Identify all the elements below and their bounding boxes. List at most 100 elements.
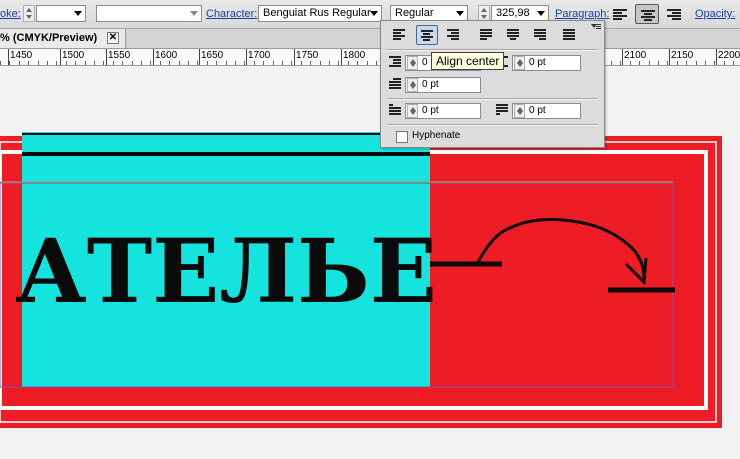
ruler-minor-tick xyxy=(254,61,255,65)
horizontal-ruler[interactable]: 1450 1500 1550 1600 1650 1700 1750 1800 … xyxy=(0,49,740,66)
ruler-minor-tick xyxy=(132,61,133,65)
align-left-button[interactable] xyxy=(608,4,632,24)
document-tab[interactable]: % (CMYK/Preview) ✕ xyxy=(0,29,126,48)
paragraph-panel: 0 pt 0 pt 0 pt 0 pt 0 pt Hyphenate xyxy=(380,20,605,148)
left-indent-stepper[interactable] xyxy=(407,56,418,70)
right-indent-stepper[interactable] xyxy=(514,56,525,70)
ruler-minor-tick xyxy=(658,61,659,65)
justify-center-icon xyxy=(507,29,521,40)
justify-right-button[interactable] xyxy=(530,25,552,45)
ruler-minor-tick xyxy=(47,61,48,65)
ruler-minor-tick xyxy=(301,61,302,65)
stroke-style-field[interactable] xyxy=(96,5,202,22)
ruler-minor-tick xyxy=(320,61,321,65)
ruler-minor-tick xyxy=(188,61,189,65)
ruler-minor-tick xyxy=(677,61,678,65)
justify-right-icon xyxy=(534,29,548,40)
ruler-label: 1450 xyxy=(10,50,33,61)
justify-all-button[interactable] xyxy=(559,25,581,45)
ruler-label: 1800 xyxy=(343,50,366,61)
ruler-minor-tick xyxy=(235,61,236,65)
chevron-down-icon xyxy=(537,11,545,16)
right-indent-field[interactable]: 0 pt xyxy=(512,55,581,71)
ruler-minor-tick xyxy=(141,61,142,65)
align-right-icon xyxy=(667,9,681,20)
stroke-weight-stepper[interactable] xyxy=(23,5,35,22)
justify-left-button[interactable] xyxy=(476,25,498,45)
ruler-minor-tick xyxy=(85,61,86,65)
panel-menu-icon[interactable] xyxy=(591,23,601,33)
ruler-minor-tick xyxy=(611,61,612,65)
chevron-down-icon xyxy=(370,11,378,16)
control-bar: oke: Character: Benguiat Rus Regular Reg… xyxy=(0,0,740,29)
ruler-minor-tick xyxy=(291,61,292,65)
ruler-minor-tick xyxy=(179,61,180,65)
align-center-icon xyxy=(421,30,435,41)
ruler-minor-tick xyxy=(667,61,668,65)
stroke-weight-field[interactable] xyxy=(36,5,86,22)
ruler-minor-tick xyxy=(620,61,621,65)
canvas[interactable]: АТЕЛЬЕ xyxy=(0,66,740,459)
justify-center-button[interactable] xyxy=(503,25,525,45)
ruler-minor-tick xyxy=(38,61,39,65)
first-line-indent-icon xyxy=(389,78,403,92)
ruler-minor-tick xyxy=(216,61,217,65)
space-before-icon xyxy=(389,104,403,118)
ruler-minor-tick xyxy=(94,61,95,65)
left-indent-icon xyxy=(389,56,403,70)
paragraph-label[interactable]: Paragraph: xyxy=(555,8,609,20)
space-before-stepper[interactable] xyxy=(407,104,418,118)
align-right-button[interactable] xyxy=(443,25,465,45)
space-after-stepper[interactable] xyxy=(514,104,525,118)
ruler-minor-tick xyxy=(649,61,650,65)
font-family-select[interactable]: Benguiat Rus Regular xyxy=(258,5,382,22)
ruler-label: 2100 xyxy=(624,50,647,61)
ruler-minor-tick xyxy=(66,61,67,65)
ruler-minor-tick xyxy=(169,61,170,65)
ruler-minor-tick xyxy=(696,61,697,65)
ruler-minor-tick xyxy=(56,61,57,65)
ruler-minor-tick xyxy=(348,61,349,65)
ruler-minor-tick xyxy=(376,61,377,65)
ruler-label: 1600 xyxy=(155,50,178,61)
space-after-field[interactable]: 0 pt xyxy=(512,103,581,119)
ruler-minor-tick xyxy=(0,61,1,65)
align-center-icon xyxy=(641,10,655,21)
ruler-minor-tick xyxy=(160,61,161,65)
first-line-indent-stepper[interactable] xyxy=(407,78,418,92)
ruler-minor-tick xyxy=(273,61,274,65)
space-before-field[interactable]: 0 pt xyxy=(405,103,481,119)
align-left-icon xyxy=(613,9,627,20)
ruler-minor-tick xyxy=(367,61,368,65)
hyphenate-label: Hyphenate xyxy=(412,130,461,141)
ruler-minor-tick xyxy=(630,61,631,65)
opacity-label[interactable]: Opacity: xyxy=(695,8,735,20)
ruler-minor-tick xyxy=(28,61,29,65)
ruler-minor-tick xyxy=(338,61,339,65)
ruler-minor-tick xyxy=(226,61,227,65)
ruler-minor-tick xyxy=(282,61,283,65)
align-right-button[interactable] xyxy=(662,4,686,24)
align-center-button[interactable] xyxy=(635,4,659,24)
character-label[interactable]: Character: xyxy=(206,8,257,20)
align-left-button[interactable] xyxy=(389,25,411,45)
ruler-minor-tick xyxy=(113,61,114,65)
ruler-minor-tick xyxy=(197,61,198,65)
stroke-label[interactable]: oke: xyxy=(0,8,21,20)
align-left-icon xyxy=(393,29,407,40)
ruler-minor-tick xyxy=(103,61,104,65)
justify-left-icon xyxy=(480,29,494,40)
ruler-label: 2150 xyxy=(671,50,694,61)
document-tab-bar: % (CMYK/Preview) ✕ xyxy=(0,29,740,49)
hyphenate-checkbox[interactable] xyxy=(396,131,408,143)
align-right-icon xyxy=(447,29,461,40)
close-icon[interactable]: ✕ xyxy=(107,32,119,44)
ruler-minor-tick xyxy=(714,61,715,65)
align-center-button[interactable] xyxy=(416,25,438,45)
ruler-minor-tick xyxy=(733,61,734,65)
ruler-minor-tick xyxy=(9,61,10,65)
ruler-minor-tick xyxy=(207,61,208,65)
first-line-indent-field[interactable]: 0 pt xyxy=(405,77,481,93)
chevron-down-icon xyxy=(456,11,464,16)
ruler-minor-tick xyxy=(705,61,706,65)
